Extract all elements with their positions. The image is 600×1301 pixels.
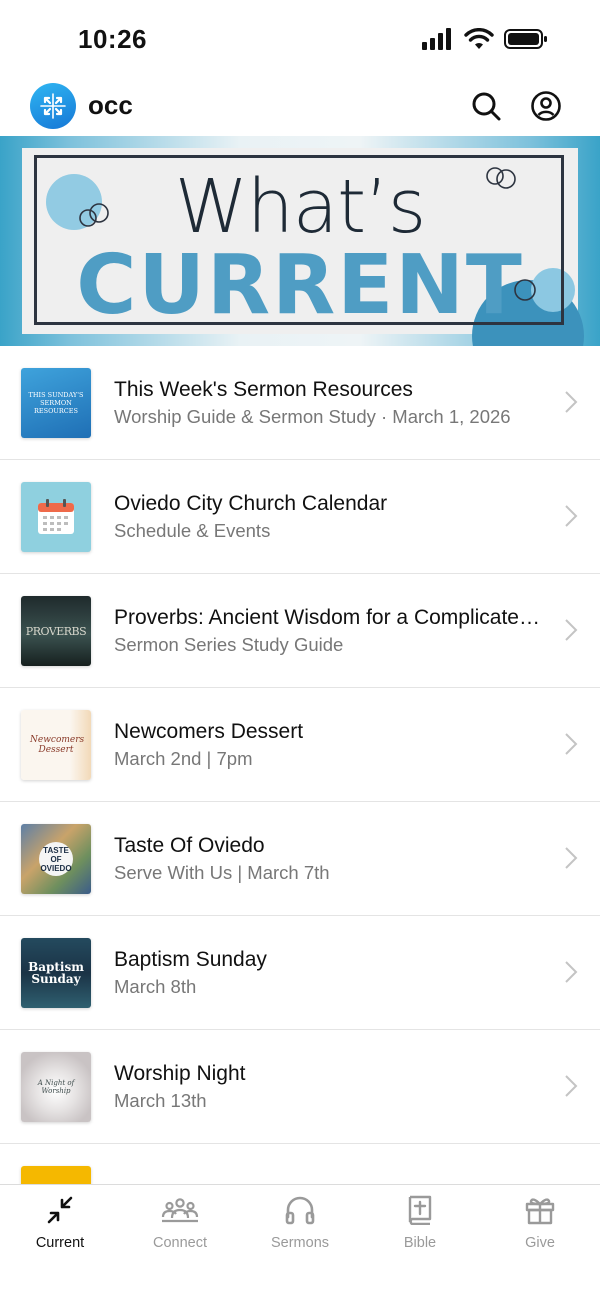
status-icons [422, 28, 548, 50]
battery-icon [504, 29, 547, 49]
item-title: Worship Night [114, 1062, 246, 1085]
tab-label: Bible [403, 1235, 437, 1251]
list-item-sermon-resources[interactable]: THIS SUNDAY'S SERMON RESOURCES This Week… [0, 346, 600, 460]
status-bar: 10:26 [0, 0, 600, 78]
whats-current-banner[interactable]: What’s CURRENT [0, 136, 600, 346]
list-item-worship-night[interactable]: A Night of Worship Worship Night March 1… [0, 1030, 600, 1144]
list-item-taste-of-oviedo[interactable]: TASTE OF OVIEDO Taste Of Oviedo Serve Wi… [0, 802, 600, 916]
signal-icon [422, 28, 451, 50]
tab-label: Sermons [270, 1235, 330, 1251]
tab-label: Give [525, 1235, 555, 1251]
item-subtitle: March 2nd | 7pm [114, 748, 253, 769]
item-title: Newcomers Dessert [114, 720, 304, 743]
sermon-resources-thumbnail: THIS SUNDAY'S SERMON RESOURCES [21, 368, 91, 438]
item-subtitle: Sermon Series Study Guide [114, 634, 344, 655]
item-subtitle: Serve With Us | March 7th [114, 862, 330, 883]
item-subtitle: March 8th [114, 976, 197, 997]
chevron-right-icon [565, 391, 578, 413]
thumbnail-text: TASTE OF OVIEDO [39, 842, 73, 876]
item-title: This Week's Sermon Resources [114, 378, 413, 401]
list-item-proverbs[interactable]: PROVERBS Proverbs: Ancient Wisdom for a … [0, 574, 600, 688]
status-time: 10:26 [78, 24, 147, 54]
gift-icon [525, 1198, 555, 1225]
tab-bar: Current Connect Sermons Bible Give [0, 1184, 600, 1300]
bible-icon [408, 1195, 432, 1225]
chevron-right-icon [565, 505, 578, 527]
list-item-baptism-sunday[interactable]: Baptism Sunday Baptism Sunday March 8th [0, 916, 600, 1030]
partial-item-thumbnail [21, 1166, 91, 1184]
proverbs-thumbnail: PROVERBS [21, 596, 91, 666]
thumbnail-text: Newcomers Dessert [30, 735, 85, 755]
thumbnail-text: PROVERBS [25, 624, 87, 638]
thumbnail-text: A Night of Worship [37, 1079, 75, 1095]
chevron-right-icon [565, 619, 578, 641]
church-logo[interactable] [30, 83, 76, 129]
logo-mark-icon [40, 93, 66, 119]
item-title: Proverbs: Ancient Wisdom for a Complicat… [114, 606, 546, 629]
item-title: Oviedo City Church Calendar [114, 492, 388, 515]
tab-give[interactable]: Give [480, 1185, 600, 1301]
newcomers-dessert-thumbnail: Newcomers Dessert [21, 710, 91, 780]
list-item-newcomers-dessert[interactable]: Newcomers Dessert Newcomers Dessert Marc… [0, 688, 600, 802]
chevron-right-icon [565, 847, 578, 869]
calendar-thumbnail [21, 482, 91, 552]
account-icon[interactable] [530, 90, 562, 122]
app-header: occ [0, 78, 600, 136]
tab-current[interactable]: Current [0, 1185, 120, 1301]
chevron-right-icon [565, 961, 578, 983]
current-list: THIS SUNDAY'S SERMON RESOURCES This Week… [0, 346, 600, 1184]
app-title: occ [88, 90, 133, 120]
list-item-partial[interactable] [0, 1144, 600, 1184]
chevron-right-icon [565, 1075, 578, 1097]
item-subtitle: March 13th [114, 1090, 207, 1111]
wifi-icon [464, 28, 494, 49]
tab-sermons[interactable]: Sermons [240, 1185, 360, 1301]
list-item-church-calendar[interactable]: Oviedo City Church Calendar Schedule & E… [0, 460, 600, 574]
search-icon[interactable] [470, 90, 502, 122]
tab-bible[interactable]: Bible [360, 1185, 480, 1301]
item-subtitle: Schedule & Events [114, 520, 271, 541]
banner-heading-line2: CURRENT [76, 238, 524, 333]
chevron-right-icon [565, 733, 578, 755]
baptism-sunday-thumbnail: Baptism Sunday [21, 938, 91, 1008]
taste-of-oviedo-thumbnail: TASTE OF OVIEDO [21, 824, 91, 894]
compress-arrows-icon [47, 1196, 73, 1224]
worship-night-thumbnail: A Night of Worship [21, 1052, 91, 1122]
tab-connect[interactable]: Connect [120, 1185, 240, 1301]
tab-label: Connect [152, 1235, 207, 1251]
thumbnail-text: Baptism Sunday [28, 960, 84, 986]
headphones-icon [285, 1196, 315, 1225]
item-title: Baptism Sunday [114, 948, 267, 971]
calendar-icon [38, 499, 74, 534]
group-icon [161, 1198, 199, 1223]
item-title: Taste Of Oviedo [114, 834, 265, 857]
item-subtitle: Worship Guide & Sermon Study · March 1, … [114, 406, 511, 427]
tab-label: Current [35, 1235, 85, 1251]
thumbnail-text: THIS SUNDAY'S SERMON RESOURCES [28, 391, 84, 415]
